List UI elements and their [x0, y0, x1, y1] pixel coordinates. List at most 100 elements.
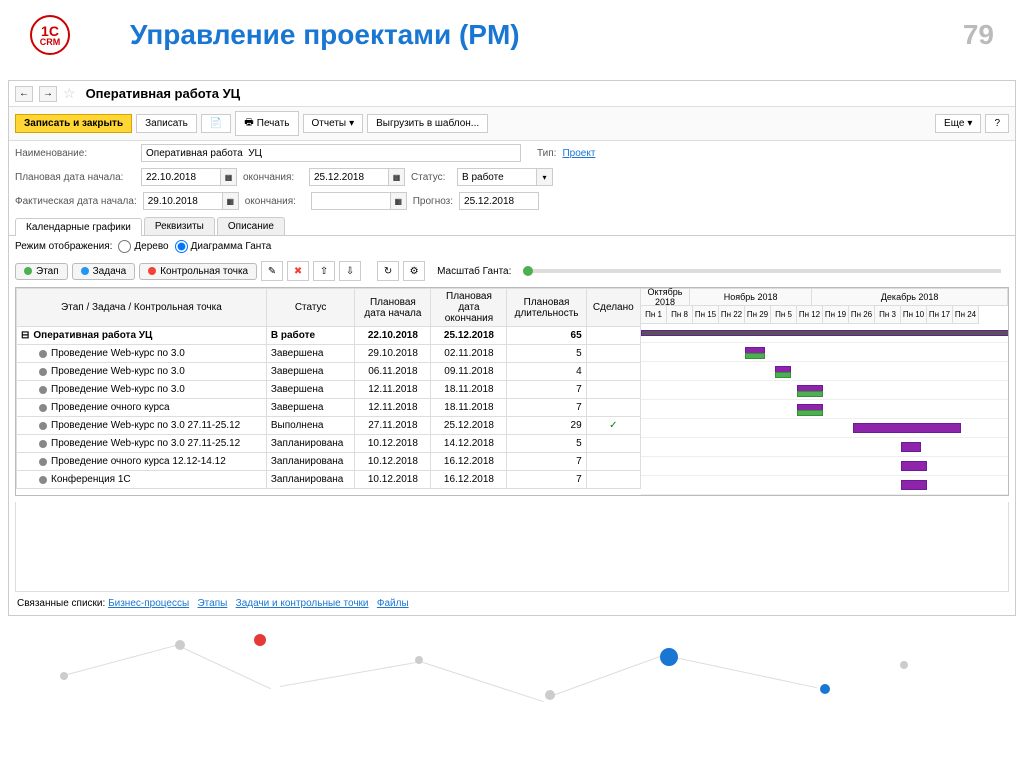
empty-area — [15, 502, 1009, 592]
gantt-scale-slider[interactable] — [523, 269, 1001, 273]
table-row[interactable]: Проведение очного курса 12.12-14.12Запла… — [17, 453, 641, 471]
table-row[interactable]: Проведение Web-курс по 3.0Завершена06.11… — [17, 363, 641, 381]
action-toolbar: Этап Задача Контрольная точка ✎ ✖ ⇧ ⇩ ↻ … — [9, 257, 1015, 285]
view-mode-label: Режим отображения: — [15, 241, 112, 252]
calendar-icon[interactable]: ▦ — [391, 192, 407, 210]
save-close-button[interactable]: Записать и закрыть — [15, 114, 132, 133]
link-files[interactable]: Файлы — [377, 598, 409, 609]
calendar-icon[interactable]: ▦ — [221, 168, 237, 186]
blue-dot-icon — [81, 267, 89, 275]
more-button[interactable]: Еще ▾ — [935, 114, 981, 133]
view-mode-row: Режим отображения: Дерево Диаграмма Гант… — [9, 236, 1015, 257]
reports-button[interactable]: Отчеты ▾ — [303, 114, 364, 133]
tab-calendar[interactable]: Календарные графики — [15, 218, 142, 236]
add-milestone-button[interactable]: Контрольная точка — [139, 263, 257, 280]
doc-icon-button[interactable]: 📄 — [201, 114, 231, 133]
print-button[interactable]: 🖶 Печать — [235, 111, 298, 136]
link-bp[interactable]: Бизнес-процессы — [108, 598, 189, 609]
table-row[interactable]: Проведение Web-курс по 3.0 27.11-25.12За… — [17, 435, 641, 453]
forward-button[interactable]: → — [39, 86, 57, 102]
radio-gantt[interactable]: Диаграмма Ганта — [175, 240, 272, 253]
plan-end-input[interactable] — [309, 168, 389, 186]
tab-desc[interactable]: Описание — [217, 217, 285, 235]
refresh-icon-button[interactable]: ↻ — [377, 261, 399, 281]
calendar-icon[interactable]: ▦ — [223, 192, 239, 210]
save-button[interactable]: Записать — [136, 114, 197, 133]
forecast-label: Прогноз: — [413, 196, 453, 207]
name-input[interactable] — [141, 144, 521, 162]
gantt-bar[interactable] — [775, 372, 791, 378]
table-row[interactable]: Проведение Web-курс по 3.0 27.11-25.12Вы… — [17, 417, 641, 435]
link-stages[interactable]: Этапы — [197, 598, 227, 609]
plan-start-input[interactable] — [141, 168, 221, 186]
status-input[interactable] — [457, 168, 537, 186]
calendar-icon[interactable]: ▦ — [389, 168, 405, 186]
delete-icon-button[interactable]: ✖ — [287, 261, 309, 281]
fact-start-input[interactable] — [143, 192, 223, 210]
slide-number: 79 — [963, 19, 994, 51]
main-toolbar: Записать и закрыть Записать 📄 🖶 Печать О… — [9, 107, 1015, 141]
add-task-button[interactable]: Задача — [72, 263, 136, 280]
dropdown-icon[interactable]: ▾ — [537, 168, 553, 186]
table-row[interactable]: Проведение Web-курс по 3.0Завершена29.10… — [17, 345, 641, 363]
table-row[interactable]: Конференция 1СЗапланирована10.12.201816.… — [17, 471, 641, 489]
fact-end-label: окончания: — [245, 196, 305, 207]
gantt-bar[interactable] — [641, 330, 1008, 336]
task-table: Этап / Задача / Контрольная точка Статус… — [16, 288, 641, 495]
gantt-bar[interactable] — [797, 391, 823, 397]
related-label: Связанные списки: — [17, 598, 105, 609]
col-done: Сделано — [586, 289, 640, 327]
col-dur: Плановая длительность — [507, 289, 586, 327]
app-window: ← → ☆ Оперативная работа УЦ Записать и з… — [8, 80, 1016, 616]
fact-start-label: Фактическая дата начала: — [15, 196, 137, 207]
form-row-fact: Фактическая дата начала: ▦ окончания: ▦ … — [9, 189, 1015, 213]
gantt-chart[interactable]: Октябрь 2018Ноябрь 2018Декабрь 2018 Пн 1… — [641, 288, 1008, 495]
tabs: Календарные графики Реквизиты Описание — [9, 217, 1015, 236]
gantt-scale-label: Масштаб Ганта: — [437, 266, 511, 277]
form-row-plan: Плановая дата начала: ▦ окончания: ▦ Ста… — [9, 165, 1015, 189]
window-topbar: ← → ☆ Оперативная работа УЦ — [9, 81, 1015, 107]
gantt-bar[interactable] — [797, 410, 823, 416]
add-stage-button[interactable]: Этап — [15, 263, 68, 280]
col-name: Этап / Задача / Контрольная точка — [17, 289, 267, 327]
slide-title: Управление проектами (PM) — [130, 19, 520, 51]
forecast-input[interactable] — [459, 192, 539, 210]
gantt-bar[interactable] — [901, 461, 927, 471]
gantt-bar[interactable] — [901, 480, 927, 490]
decorative-graph — [0, 626, 1024, 706]
table-row[interactable]: ⊟ Оперативная работа УЦВ работе22.10.201… — [17, 327, 641, 345]
table-row[interactable]: Проведение очного курсаЗавершена12.11.20… — [17, 399, 641, 417]
favorite-star-icon[interactable]: ☆ — [63, 85, 76, 102]
window-title: Оперативная работа УЦ — [86, 86, 241, 101]
edit-icon-button[interactable]: ✎ — [261, 261, 283, 281]
status-label: Статус: — [411, 172, 451, 183]
back-button[interactable]: ← — [15, 86, 33, 102]
gantt-bar[interactable] — [853, 423, 961, 433]
export-button[interactable]: Выгрузить в шаблон... — [367, 114, 488, 133]
help-button[interactable]: ? — [985, 114, 1009, 133]
move-down-icon-button[interactable]: ⇩ — [339, 261, 361, 281]
red-dot-icon — [148, 267, 156, 275]
name-label: Наименование: — [15, 148, 135, 159]
fact-end-input[interactable] — [311, 192, 391, 210]
gantt-bar[interactable] — [745, 353, 765, 359]
col-status: Статус — [266, 289, 355, 327]
settings-icon-button[interactable]: ⚙ — [403, 261, 425, 281]
col-start: Плановая дата начала — [355, 289, 431, 327]
link-tasks[interactable]: Задачи и контрольные точки — [236, 598, 369, 609]
radio-tree[interactable]: Дерево — [118, 240, 168, 253]
plan-end-label: окончания: — [243, 172, 303, 183]
form-row-name: Наименование: Тип: Проект — [9, 141, 1015, 165]
gantt-bar[interactable] — [901, 442, 921, 452]
type-link[interactable]: Проект — [562, 148, 595, 159]
tab-props[interactable]: Реквизиты — [144, 217, 215, 235]
green-dot-icon — [24, 267, 32, 275]
slide-header: 1C CRM Управление проектами (PM) 79 — [0, 0, 1024, 80]
related-links: Связанные списки: Бизнес-процессы Этапы … — [9, 592, 1015, 615]
col-end: Плановая дата окончания — [431, 289, 507, 327]
move-up-icon-button[interactable]: ⇧ — [313, 261, 335, 281]
gantt-workspace: Этап / Задача / Контрольная точка Статус… — [15, 287, 1009, 496]
table-header-row: Этап / Задача / Контрольная точка Статус… — [17, 289, 641, 327]
plan-start-label: Плановая дата начала: — [15, 172, 135, 183]
table-row[interactable]: Проведение Web-курс по 3.0Завершена12.11… — [17, 381, 641, 399]
